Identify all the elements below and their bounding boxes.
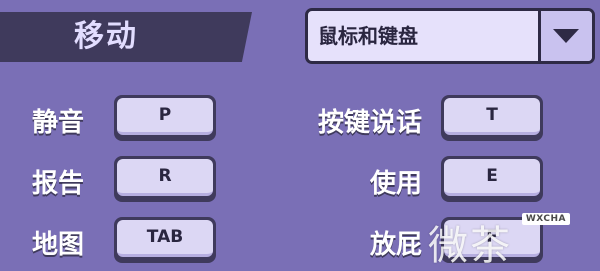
section-title: 移动 [0,12,252,62]
dropdown-toggle-button[interactable] [538,11,592,61]
keybind-key-mute: P [117,98,213,135]
keybind-key-use: E [444,159,540,196]
binding-label-use: 使用 [369,169,422,199]
keybind-key-push-to-talk: T [444,98,540,135]
chevron-down-icon [553,29,579,43]
keybind-button-map[interactable]: TAB [114,217,216,263]
keybind-button-push-to-talk[interactable]: T [441,95,543,141]
keybind-button-report[interactable]: R [114,156,216,202]
keybind-key-fart: F [444,220,540,257]
binding-label-report: 报告 [32,169,85,199]
input-mode-value: 鼠标和键盘 [318,24,418,48]
binding-label-map: 地图 [32,230,85,260]
keybind-key-map: TAB [117,220,213,257]
binding-label-fart: 放屁 [369,230,422,260]
input-mode-dropdown[interactable]: 鼠标和键盘 [305,8,595,64]
keybind-button-use[interactable]: E [441,156,543,202]
keybind-key-report: R [117,159,213,196]
binding-label-push-to-talk: 按键说话 [317,108,422,138]
binding-label-mute: 静音 [32,108,85,138]
keybind-button-fart[interactable]: F [441,217,543,263]
keybind-button-mute[interactable]: P [114,95,216,141]
